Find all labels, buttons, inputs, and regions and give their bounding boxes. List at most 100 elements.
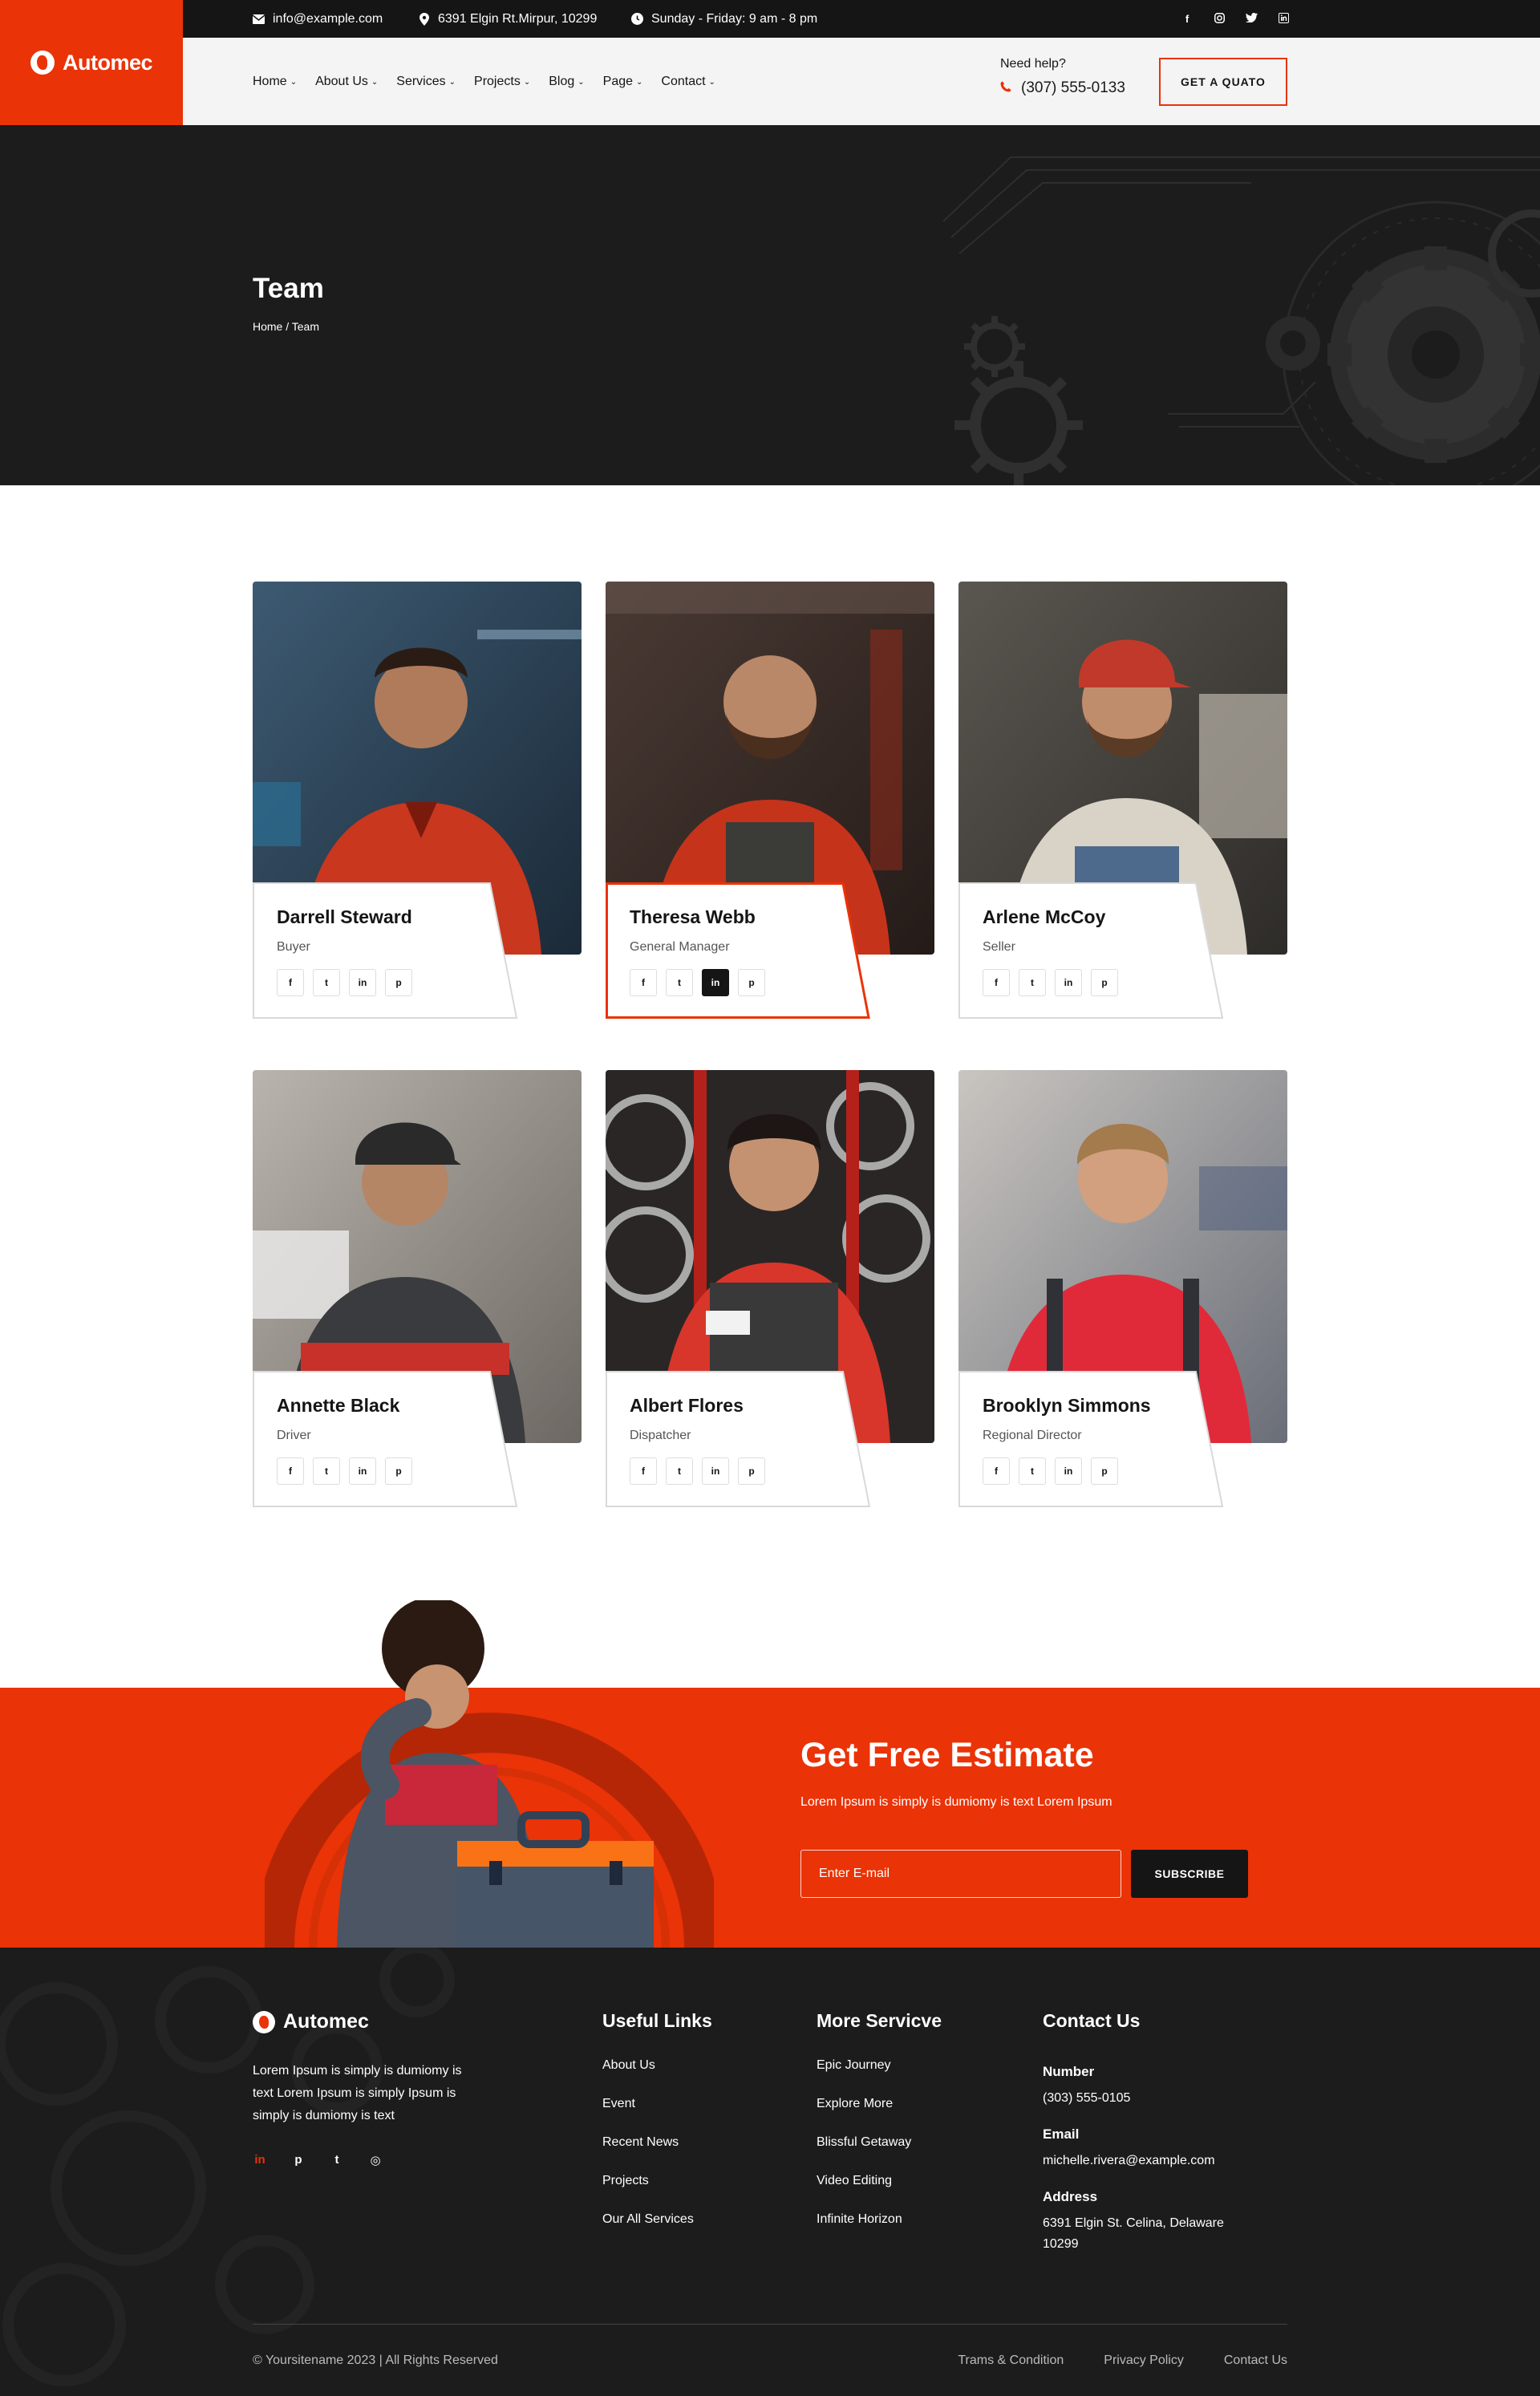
footer-link[interactable]: Infinite Horizon [817, 2212, 942, 2227]
terms-link[interactable]: Trams & Condition [958, 2353, 1064, 2368]
footer-link[interactable]: Explore More [817, 2096, 942, 2111]
footer-logo[interactable]: Automec [253, 2010, 369, 2033]
twitter-icon[interactable]: t [1019, 969, 1046, 996]
team-member-socials: f t in p [277, 969, 412, 996]
breadcrumb[interactable]: Home / Team [253, 320, 319, 333]
nav-item-contact[interactable]: Contact ⌄ [661, 75, 715, 89]
pinterest-icon[interactable]: p [385, 969, 412, 996]
linkedin-icon[interactable]: in [1055, 969, 1082, 996]
linkedin-icon[interactable]: in [1055, 1457, 1082, 1485]
team-card[interactable]: Darrell Steward Buyer f t in p [253, 582, 582, 1019]
footer-link[interactable]: Event [602, 2096, 712, 2111]
nav-item-projects[interactable]: Projects ⌄ [474, 75, 530, 89]
twitter-icon[interactable]: t [313, 1457, 340, 1485]
help-phone[interactable]: (307) 555-0133 [1000, 79, 1125, 97]
linkedin-icon[interactable]: in [702, 1457, 729, 1485]
twitter-icon[interactable]: t [666, 1457, 693, 1485]
facebook-icon[interactable]: f [983, 969, 1010, 996]
contact-number[interactable]: (303) 555-0105 [1043, 2088, 1259, 2109]
nav-item-label: Page [602, 74, 634, 88]
team-member-role: Regional Director [983, 1429, 1082, 1442]
page-header-banner: Team Home / Team [0, 125, 1540, 485]
topbar-hours-text: Sunday - Friday: 9 am - 8 pm [651, 11, 818, 26]
email-input[interactable]: Enter E-mail [800, 1850, 1121, 1898]
nav-item-services[interactable]: Services ⌄ [396, 75, 456, 89]
phone-icon [1000, 81, 1011, 96]
pinterest-icon[interactable]: p [1091, 969, 1118, 996]
nav-item-label: Projects [474, 74, 521, 88]
nav-item-about[interactable]: About Us ⌄ [315, 75, 378, 89]
team-card[interactable]: Brooklyn Simmons Regional Director f t i… [958, 1070, 1287, 1507]
pinterest-icon[interactable]: p [1091, 1457, 1118, 1485]
team-member-socials: f t in p [630, 1457, 765, 1485]
help-label: Need help? [1000, 57, 1066, 71]
logo-icon [253, 2010, 275, 2033]
twitter-icon[interactable]: t [313, 969, 340, 996]
chevron-down-icon: ⌄ [448, 78, 456, 87]
team-member-socials: f t in p [983, 969, 1118, 996]
privacy-link[interactable]: Privacy Policy [1104, 2353, 1184, 2368]
facebook-icon[interactable]: f [630, 1457, 657, 1485]
facebook-icon[interactable]: f [277, 1457, 304, 1485]
contact-email[interactable]: michelle.rivera@example.com [1043, 2151, 1259, 2171]
team-card[interactable]: Albert Flores Dispatcher f t in p [606, 1070, 934, 1507]
footer-link[interactable]: About Us [602, 2057, 712, 2073]
team-info-plate: Theresa Webb General Manager f t in p [606, 882, 870, 1019]
footer-link[interactable]: Epic Journey [817, 2057, 942, 2073]
linkedin-icon[interactable]: in [349, 969, 376, 996]
instagram-icon[interactable]: ◎ [368, 2153, 383, 2167]
footer-link[interactable]: Video Editing [817, 2173, 942, 2188]
pinterest-icon[interactable]: p [291, 2153, 306, 2167]
copyright: © Yoursitename 2023 | All Rights Reserve… [253, 2353, 498, 2367]
topbar-address: 6391 Elgin Rt.Mirpur, 10299 [418, 0, 597, 38]
instagram-icon[interactable] [1214, 12, 1225, 26]
facebook-icon[interactable]: f [1181, 13, 1193, 25]
facebook-icon[interactable]: f [277, 969, 304, 996]
footer-link[interactable]: Projects [602, 2173, 712, 2188]
main-navigation: Home ⌄ About Us ⌄ Services ⌄ Projects ⌄ Blog… [183, 38, 1540, 125]
nav-item-label: Services [396, 74, 446, 88]
linkedin-icon[interactable]: in [702, 969, 729, 996]
get-quote-button[interactable]: GET A QUATO [1159, 58, 1287, 106]
contact-link[interactable]: Contact Us [1224, 2353, 1287, 2368]
contact-address-label: Address [1043, 2189, 1098, 2204]
brand-logo[interactable]: Automec [0, 0, 183, 125]
chevron-down-icon: ⌄ [578, 78, 585, 87]
pinterest-icon[interactable]: p [738, 969, 765, 996]
footer-divider [253, 2324, 1287, 2325]
facebook-icon[interactable]: f [630, 969, 657, 996]
nav-item-label: Contact [661, 74, 706, 88]
twitter-icon[interactable] [1246, 13, 1258, 25]
chevron-down-icon: ⌄ [290, 78, 298, 87]
linkedin-icon[interactable]: in [349, 1457, 376, 1485]
footer-contact: Contact Us Number (303) 555-0105 Email m… [1043, 2010, 1259, 2272]
footer-link[interactable]: Our All Services [602, 2212, 712, 2227]
twitter-icon[interactable]: t [330, 2153, 344, 2167]
team-member-role: Buyer [277, 940, 310, 954]
team-card[interactable]: Theresa Webb General Manager f t in p [606, 582, 934, 1019]
footer-col-title: Useful Links [602, 2010, 712, 2031]
footer-useful-links: Useful Links About Us Event Recent News … [602, 2010, 712, 2250]
twitter-icon[interactable]: t [1019, 1457, 1046, 1485]
pinterest-icon[interactable]: p [738, 1457, 765, 1485]
facebook-icon[interactable]: f [983, 1457, 1010, 1485]
team-card[interactable]: Arlene McCoy Seller f t in p [958, 582, 1287, 1019]
nav-item-home[interactable]: Home ⌄ [253, 75, 297, 89]
subscribe-button[interactable]: SUBSCRIBE [1131, 1850, 1248, 1898]
team-card[interactable]: Annette Black Driver f t in p [253, 1070, 582, 1507]
nav-item-label: Home [253, 74, 287, 88]
linkedin-icon[interactable] [1278, 12, 1289, 26]
linkedin-icon[interactable]: in [253, 2153, 267, 2167]
nav-item-page[interactable]: Page ⌄ [603, 75, 643, 89]
team-info-plate: Arlene McCoy Seller f t in p [958, 882, 1223, 1019]
pinterest-icon[interactable]: p [385, 1457, 412, 1485]
site-footer: Automec Lorem Ipsum is simply is dumiomy… [0, 1948, 1540, 2396]
brand-name: Automec [62, 50, 153, 75]
twitter-icon[interactable]: t [666, 969, 693, 996]
footer-link[interactable]: Recent News [602, 2135, 712, 2150]
footer-link[interactable]: Blissful Getaway [817, 2135, 942, 2150]
topbar-email[interactable]: info@example.com [253, 0, 383, 38]
nav-item-blog[interactable]: Blog ⌄ [549, 75, 584, 89]
team-member-name: Theresa Webb [630, 906, 756, 927]
contact-number-label: Number [1043, 2064, 1095, 2079]
